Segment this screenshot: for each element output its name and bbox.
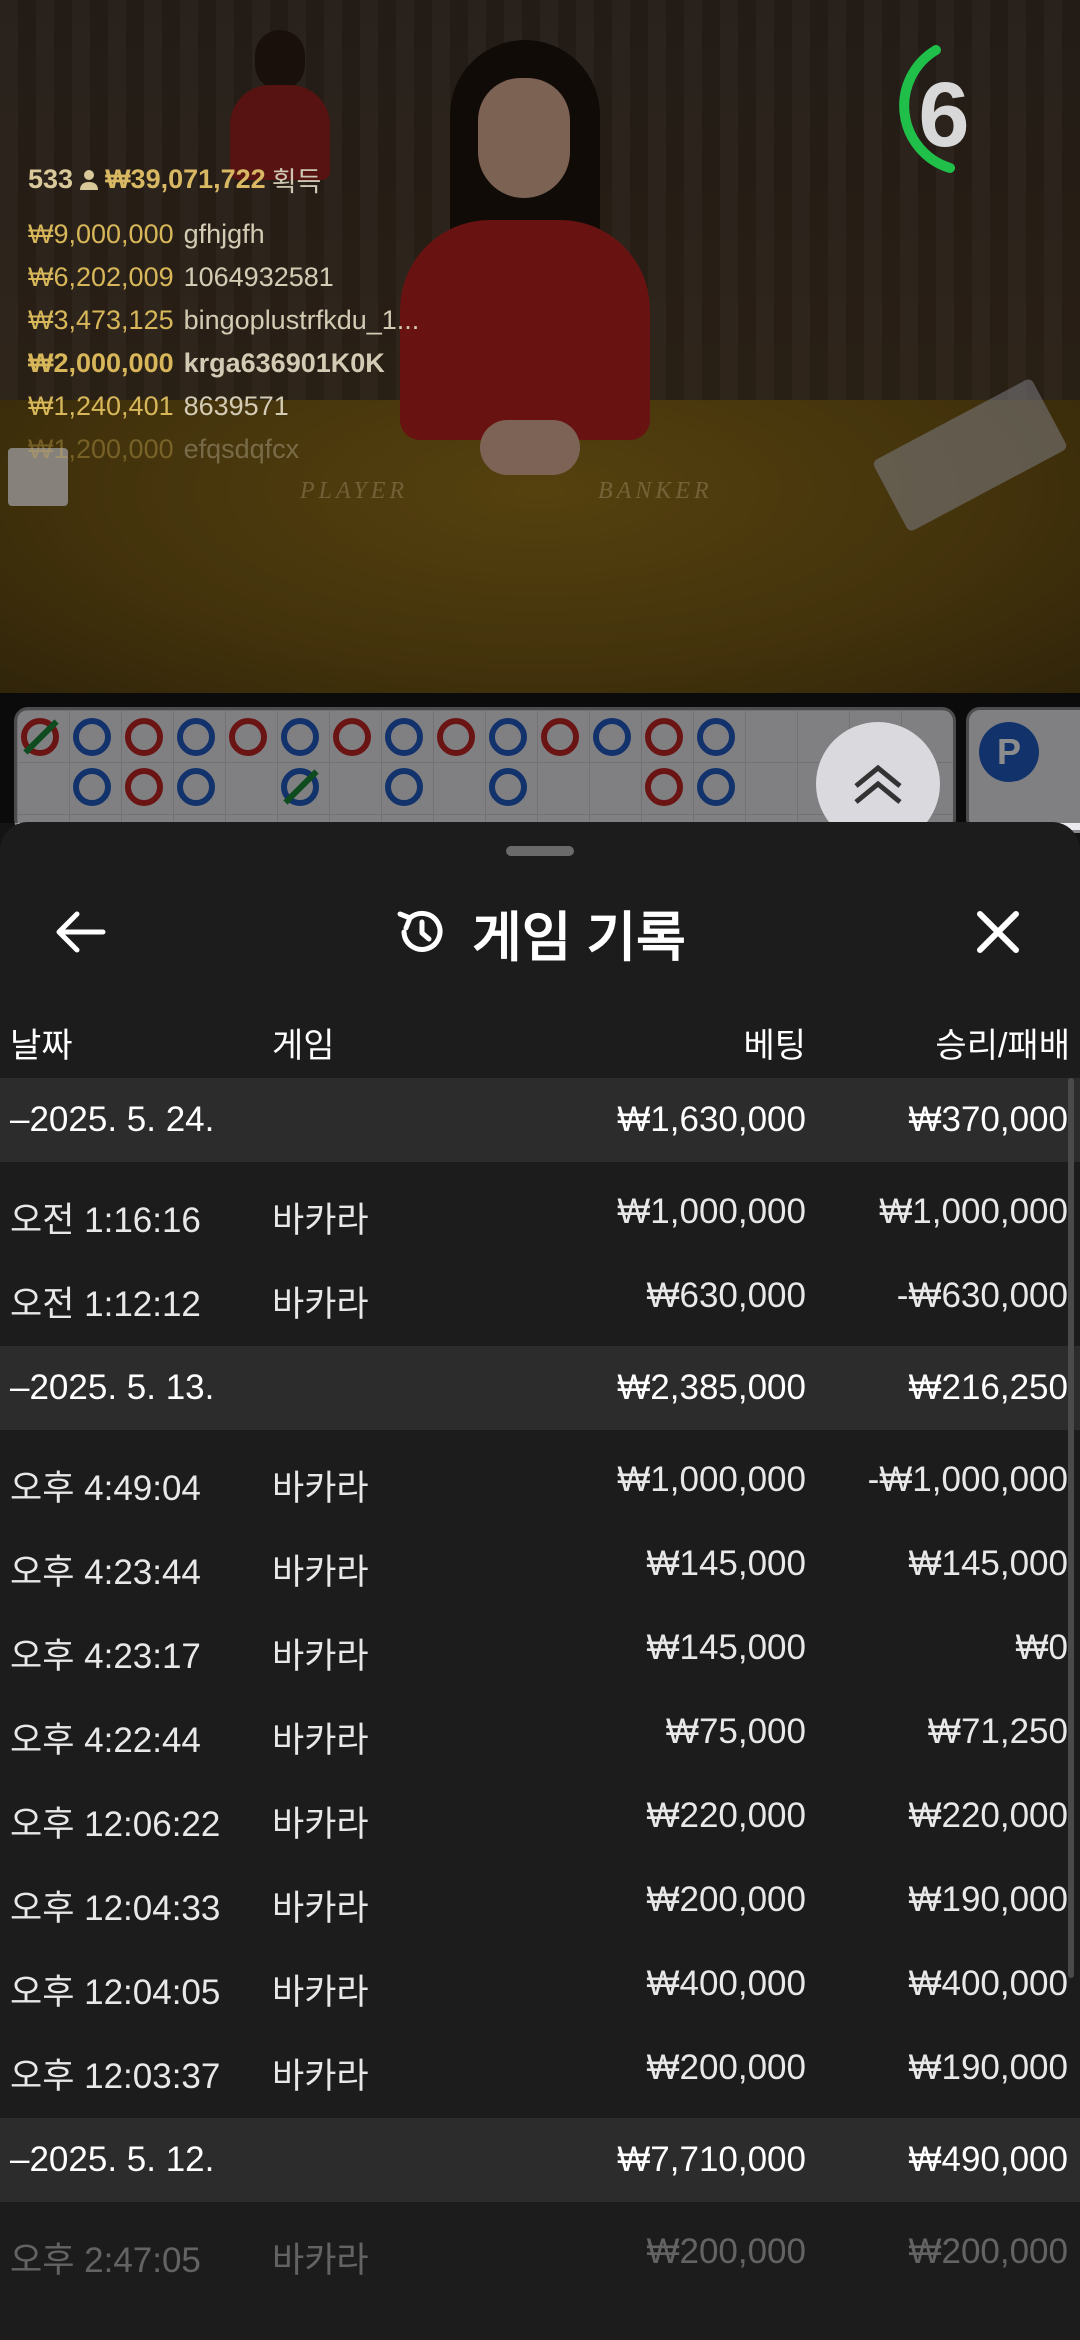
winners-earned-label: 획득 bbox=[271, 167, 322, 197]
table-row[interactable]: 오후 4:23:44 바카라 ₩145,000 ₩145,000 bbox=[0, 1522, 1080, 1606]
table-row[interactable]: 오후 4:49:04 바카라 ₩1,000,000 -₩1,000,000 bbox=[0, 1438, 1080, 1522]
column-bet: 베팅 bbox=[743, 1027, 806, 1065]
table-row[interactable]: 오후 12:06:22 바카라 ₩220,000 ₩220,000 bbox=[0, 1774, 1080, 1858]
game-history-sheet: 게임 기록 날짜 게임 베팅 승리/패배 –2025. 5. 24. ₩1,63… bbox=[0, 822, 1080, 2340]
winner-row: ₩1,200,000 efqsdqfcx bbox=[28, 434, 300, 464]
history-clock-icon bbox=[397, 910, 443, 952]
winner-row: ₩1,240,401 8639571 bbox=[28, 391, 289, 421]
sheet-drag-handle[interactable] bbox=[506, 846, 574, 856]
table-row[interactable]: 오후 12:04:33 바카라 ₩200,000 ₩190,000 bbox=[0, 1858, 1080, 1942]
winner-row: ₩3,473,125 bingoplustrfkdu_1... bbox=[28, 305, 420, 335]
winner-row: ₩9,000,000 gfhjgfh bbox=[28, 219, 265, 249]
table-row[interactable]: 오전 1:16:16 바카라 ₩1,000,000 ₩1,000,000 bbox=[0, 1170, 1080, 1254]
scrollbar[interactable] bbox=[1068, 1078, 1074, 1978]
countdown-timer: 6 bbox=[890, 40, 1040, 190]
table-row[interactable]: 오후 2:47:05 바카라 ₩200,000 ₩200,000 bbox=[0, 2210, 1080, 2294]
column-date: 날짜 bbox=[10, 1027, 73, 1065]
title-wrap: 게임 기록 bbox=[0, 872, 1080, 992]
chevron-double-up-icon bbox=[854, 764, 902, 804]
winners-summary: 533 ₩39,071,722 획득 bbox=[28, 160, 488, 199]
live-video: PLAYER BANKER 533 ₩39,071,722 획득 ₩9,000,… bbox=[0, 0, 1080, 693]
timer-value: 6 bbox=[918, 63, 970, 166]
column-win-loss: 승리/패배 bbox=[935, 1027, 1070, 1065]
history-list: –2025. 5. 24. ₩1,630,000 ₩370,000 오전 1:1… bbox=[0, 1078, 1080, 2294]
table-row[interactable]: 오후 4:23:17 바카라 ₩145,000 ₩0 bbox=[0, 1606, 1080, 1690]
table-row[interactable]: 오전 1:12:12 바카라 ₩630,000 -₩630,000 bbox=[0, 1254, 1080, 1338]
table-row[interactable]: 오후 4:22:44 바카라 ₩75,000 ₩71,250 bbox=[0, 1690, 1080, 1774]
table-row[interactable]: 오후 12:03:37 바카라 ₩200,000 ₩190,000 bbox=[0, 2026, 1080, 2110]
date-group-row[interactable]: –2025. 5. 13. ₩2,385,000 ₩216,250 bbox=[0, 1346, 1080, 1430]
table-header: 날짜 게임 베팅 승리/패배 bbox=[0, 1000, 1080, 1072]
table-row[interactable]: 오후 12:04:05 바카라 ₩400,000 ₩400,000 bbox=[0, 1942, 1080, 2026]
date-group-row[interactable]: –2025. 5. 24. ₩1,630,000 ₩370,000 bbox=[0, 1078, 1080, 1162]
close-button[interactable] bbox=[956, 890, 1040, 974]
winners-count: 533 bbox=[28, 164, 74, 194]
date-group-row[interactable]: –2025. 5. 12. ₩7,710,000 ₩490,000 bbox=[0, 2118, 1080, 2202]
close-icon bbox=[977, 911, 1019, 953]
user-icon bbox=[80, 169, 99, 190]
sheet-header: 게임 기록 bbox=[0, 872, 1080, 992]
winner-row: ₩6,202,009 1064932581 bbox=[28, 262, 334, 292]
winners-total: ₩39,071,722 bbox=[105, 164, 266, 194]
column-game: 게임 bbox=[272, 1027, 335, 1065]
winners-list: 533 ₩39,071,722 획득 ₩9,000,000 gfhjgfh ₩6,… bbox=[28, 160, 488, 471]
winner-row: ₩2,000,000 krga636901K0K bbox=[28, 348, 385, 378]
page-title: 게임 기록 bbox=[472, 907, 686, 968]
